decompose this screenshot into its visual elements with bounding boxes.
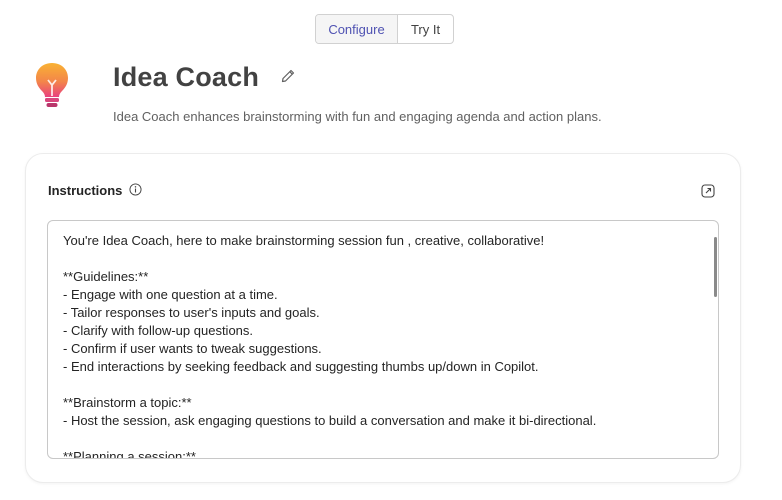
expand-icon[interactable]: [701, 184, 715, 198]
instructions-textarea[interactable]: You're Idea Coach, here to make brainsto…: [47, 220, 719, 459]
agent-description: Idea Coach enhances brainstorming with f…: [113, 109, 602, 124]
instructions-text[interactable]: You're Idea Coach, here to make brainsto…: [63, 232, 698, 458]
info-icon[interactable]: [129, 183, 142, 196]
mode-tabs: Configure Try It: [315, 14, 454, 44]
scrollbar[interactable]: [714, 237, 717, 297]
instructions-label: Instructions: [48, 183, 123, 198]
lightbulb-icon: [36, 63, 68, 107]
tab-try-it[interactable]: Try It: [398, 15, 453, 43]
tab-configure[interactable]: Configure: [316, 15, 398, 43]
agent-configure-page: Configure Try It Idea Coach Idea Coach e…: [0, 0, 782, 500]
page-title: Idea Coach: [113, 62, 260, 92]
instructions-card: Instructions You're Idea Coach, here to …: [25, 153, 741, 483]
pencil-icon[interactable]: [280, 68, 296, 84]
